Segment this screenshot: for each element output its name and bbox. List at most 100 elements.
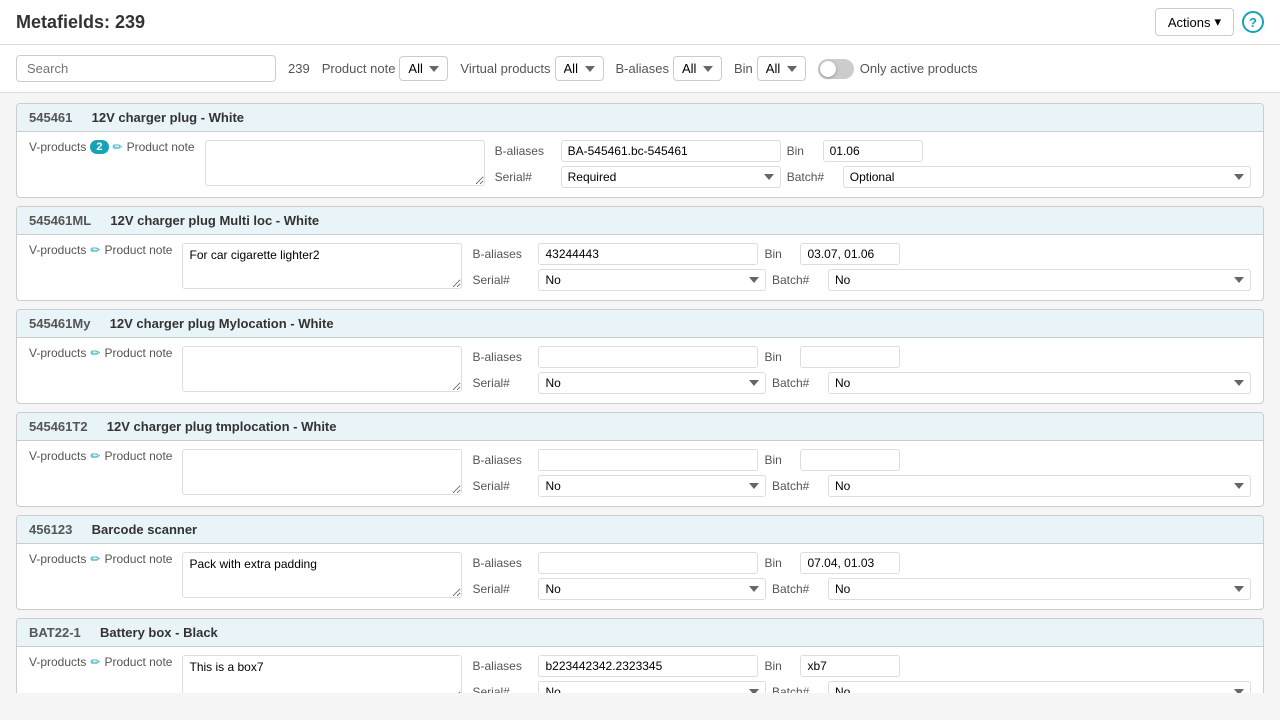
serial-select[interactable]: No	[538, 578, 766, 600]
product-row: V-products✏Product note B-aliases Bin Se…	[17, 338, 1263, 403]
batch-label: Batch#	[787, 170, 837, 184]
bin-field-label: Bin	[764, 247, 794, 261]
only-active-toggle-group: Only active products	[818, 59, 978, 79]
b-aliases-select[interactable]: All	[673, 56, 722, 81]
product-name: 12V charger plug tmplocation - White	[107, 419, 337, 434]
product-block: 545461T2 12V charger plug tmplocation - …	[16, 412, 1264, 507]
product-note-select[interactable]: All	[399, 56, 448, 81]
b-aliases-bin-row: B-aliases Bin	[472, 655, 1251, 677]
filter-bar: 239 Product note All Virtual products Al…	[0, 45, 1280, 93]
bin-field-label: Bin	[787, 144, 817, 158]
batch-label: Batch#	[772, 685, 822, 693]
batch-select[interactable]: No	[828, 372, 1251, 394]
serial-select[interactable]: No	[538, 475, 766, 497]
serial-select[interactable]: Required	[561, 166, 781, 188]
vproducts-badge[interactable]: 2	[90, 140, 108, 154]
serial-batch-row: Serial# No Batch# No	[472, 578, 1251, 600]
batch-select[interactable]: No	[828, 475, 1251, 497]
products-list: 545461 12V charger plug - WhiteV-product…	[0, 93, 1280, 693]
serial-label: Serial#	[472, 479, 532, 493]
serial-label: Serial#	[472, 582, 532, 596]
vproducts-section: V-products2✏Product note	[29, 140, 195, 154]
serial-select[interactable]: No	[538, 681, 766, 693]
product-name: 12V charger plug - White	[92, 110, 244, 125]
bin-input[interactable]	[800, 655, 900, 677]
b-aliases-input[interactable]	[538, 346, 758, 368]
batch-select[interactable]: No	[828, 578, 1251, 600]
vproducts-label: V-products	[29, 346, 86, 360]
edit-icon[interactable]: ✏	[90, 243, 100, 257]
fields-right: B-aliases Bin Serial# Required Batch# Op…	[495, 140, 1251, 188]
product-header: 545461My 12V charger plug Mylocation - W…	[17, 310, 1263, 338]
b-aliases-label: B-aliases	[495, 144, 555, 158]
edit-icon[interactable]: ✏	[113, 140, 123, 154]
bin-input[interactable]	[800, 243, 900, 265]
fields-right: B-aliases Bin Serial# No Batch# No	[472, 449, 1251, 497]
product-id: 545461My	[29, 316, 90, 331]
edit-icon[interactable]: ✏	[90, 449, 100, 463]
bin-field-label: Bin	[764, 453, 794, 467]
product-id: BAT22-1	[29, 625, 81, 640]
batch-label: Batch#	[772, 273, 822, 287]
bin-input[interactable]	[800, 346, 900, 368]
b-aliases-input[interactable]	[538, 655, 758, 677]
help-icon[interactable]: ?	[1242, 11, 1264, 33]
edit-icon[interactable]: ✏	[90, 655, 100, 669]
vproducts-label: V-products	[29, 655, 86, 669]
bin-input[interactable]	[823, 140, 923, 162]
b-aliases-label: B-aliases	[472, 556, 532, 570]
bin-input[interactable]	[800, 449, 900, 471]
product-note-label: Product note	[127, 140, 195, 154]
b-aliases-input[interactable]	[538, 243, 758, 265]
serial-label: Serial#	[472, 273, 532, 287]
b-aliases-bin-row: B-aliases Bin	[472, 552, 1251, 574]
note-area-wrap	[182, 346, 462, 395]
vproducts-section: V-products ✏ Product note	[29, 449, 172, 463]
serial-select[interactable]: No	[538, 372, 766, 394]
vproducts-label: V-products	[29, 552, 86, 566]
actions-label: Actions	[1168, 15, 1211, 30]
serial-batch-row: Serial# No Batch# No	[472, 475, 1251, 497]
product-note-label: Product note	[104, 449, 172, 463]
product-note-textarea[interactable]	[205, 140, 485, 186]
product-note-textarea[interactable]: This is a box7	[182, 655, 462, 693]
actions-button[interactable]: Actions ▾	[1155, 8, 1234, 36]
b-aliases-input[interactable]	[538, 449, 758, 471]
product-note-textarea[interactable]	[182, 449, 462, 495]
virtual-products-select[interactable]: All	[555, 56, 604, 81]
batch-select[interactable]: No	[828, 269, 1251, 291]
product-note-label: Product note	[104, 346, 172, 360]
virtual-products-label: Virtual products	[460, 61, 550, 76]
vproducts-section: V-products✏Product note	[29, 655, 172, 669]
b-aliases-label: B-aliases	[616, 61, 669, 76]
toggle-knob	[820, 61, 836, 77]
b-aliases-input[interactable]	[561, 140, 781, 162]
product-header: 456123 Barcode scanner	[17, 516, 1263, 544]
bin-field-label: Bin	[764, 350, 794, 364]
serial-label: Serial#	[472, 685, 532, 693]
product-row: V-products ✏ Product note B-aliases Bin Se…	[17, 441, 1263, 506]
b-aliases-input[interactable]	[538, 552, 758, 574]
product-note-textarea[interactable]	[182, 346, 462, 392]
b-aliases-bin-row: B-aliases Bin	[472, 449, 1251, 471]
batch-select[interactable]: Optional	[843, 166, 1251, 188]
note-area-wrap: This is a box7	[182, 655, 462, 693]
vproducts-label: V-products	[29, 449, 86, 463]
edit-icon[interactable]: ✏	[90, 552, 100, 566]
product-row: V-products2✏Product note B-aliases Bin S…	[17, 132, 1263, 197]
product-row: V-products✏Product noteThis is a box7 B-…	[17, 647, 1263, 693]
bin-input[interactable]	[800, 552, 900, 574]
edit-icon[interactable]: ✏	[90, 346, 100, 360]
vproducts-section: V-products✏Product note	[29, 243, 172, 257]
only-active-label: Only active products	[860, 61, 978, 76]
batch-select[interactable]: No	[828, 681, 1251, 693]
search-input[interactable]	[16, 55, 276, 82]
product-note-textarea[interactable]: For car cigarette lighter2	[182, 243, 462, 289]
only-active-toggle[interactable]	[818, 59, 854, 79]
product-name: Barcode scanner	[92, 522, 198, 537]
serial-select[interactable]: No	[538, 269, 766, 291]
b-aliases-filter: B-aliases All	[616, 56, 722, 81]
product-note-textarea[interactable]: Pack with extra padding	[182, 552, 462, 598]
bin-select[interactable]: All	[757, 56, 806, 81]
product-block: 456123 Barcode scannerV-products✏Product…	[16, 515, 1264, 610]
